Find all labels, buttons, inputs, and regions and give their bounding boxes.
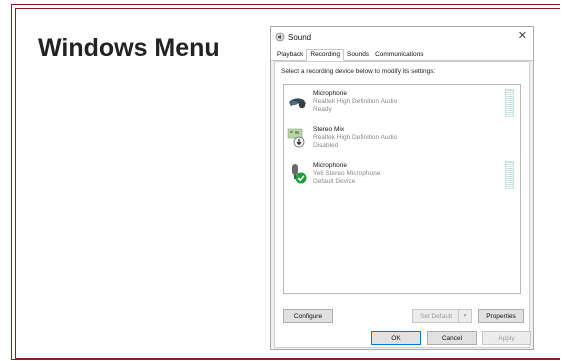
properties-button[interactable]: Properties — [478, 309, 524, 323]
dialog-title: Sound — [288, 32, 312, 42]
device-list[interactable]: Microphone Realtek High Definition Audio… — [283, 84, 521, 294]
device-name: Stereo Mix — [313, 126, 345, 133]
device-status: Default Device — [313, 178, 356, 185]
list-item-device[interactable]: Microphone Yeti Stereo Microphone Defaul… — [284, 161, 520, 191]
device-status: Ready — [313, 106, 332, 113]
recording-panel: Select a recording device below to modif… — [274, 61, 530, 348]
device-driver: Realtek High Definition Audio — [313, 134, 398, 141]
device-driver: Yeti Stereo Microphone — [313, 170, 381, 177]
cancel-button[interactable]: Cancel — [427, 331, 477, 345]
level-meter — [505, 89, 514, 117]
chevron-down-icon[interactable]: ▼ — [458, 310, 471, 322]
tab-strip: Playback Recording Sounds Communications — [271, 47, 533, 61]
list-item-device[interactable]: Microphone Realtek High Definition Audio… — [284, 89, 520, 119]
list-item-device[interactable]: Stereo Mix Realtek High Definition Audio… — [284, 125, 520, 155]
device-name: Microphone — [313, 90, 347, 97]
sound-dialog: Sound ✕ Playback Recording Sounds Commun… — [270, 26, 534, 350]
circuit-board-disabled-icon — [287, 128, 305, 148]
tab-sounds[interactable]: Sounds — [344, 50, 372, 60]
device-text: Microphone Yeti Stereo Microphone Defaul… — [313, 162, 380, 186]
device-driver: Realtek High Definition Audio — [313, 98, 398, 105]
speaker-icon — [275, 32, 285, 42]
dialog-titlebar: Sound ✕ — [271, 27, 533, 47]
device-status: Disabled — [313, 142, 339, 149]
device-name: Microphone — [313, 162, 347, 169]
apply-button[interactable]: Apply — [482, 331, 531, 345]
headset-microphone-icon — [289, 98, 306, 109]
configure-button[interactable]: Configure — [283, 309, 333, 323]
tab-recording[interactable]: Recording — [306, 49, 345, 61]
device-text: Stereo Mix Realtek High Definition Audio… — [313, 126, 397, 150]
tab-communications[interactable]: Communications — [372, 50, 426, 60]
set-default-button[interactable]: Set Default ▼ — [412, 309, 472, 323]
ok-button[interactable]: OK — [371, 331, 421, 345]
level-meter — [505, 161, 514, 189]
tab-playback[interactable]: Playback — [274, 50, 306, 60]
microphone-default-check-icon — [292, 164, 307, 184]
device-text: Microphone Realtek High Definition Audio… — [313, 90, 397, 114]
set-default-label: Set Default — [419, 312, 453, 320]
instruction-text: Select a recording device below to modif… — [281, 68, 436, 75]
close-icon[interactable]: ✕ — [518, 30, 527, 42]
slide-heading: Windows Menu — [38, 34, 220, 62]
